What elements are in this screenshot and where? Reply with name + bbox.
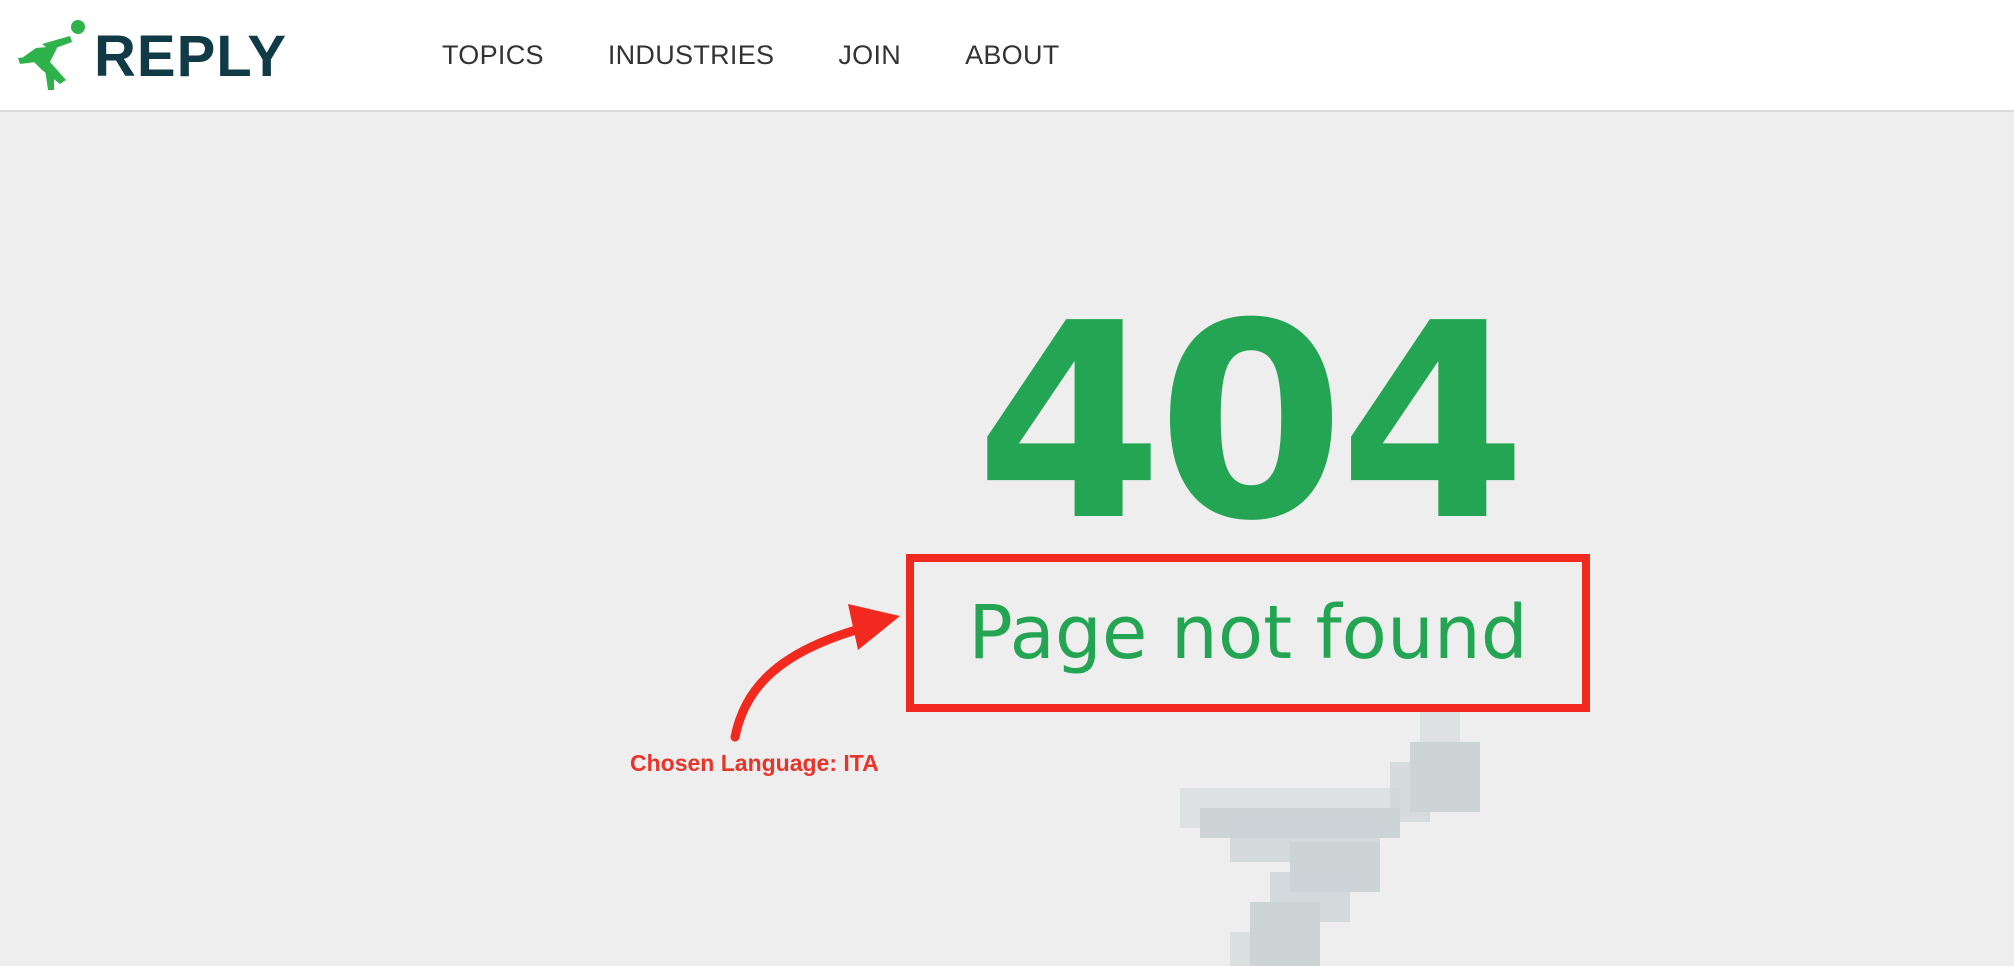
main-nav: TOPICS INDUSTRIES JOIN ABOUT [442, 0, 1124, 110]
runner-icon [18, 20, 85, 90]
curved-arrow-icon [730, 604, 900, 742]
reply-logo[interactable]: REPLY [14, 18, 288, 96]
site-header: REPLY TOPICS INDUSTRIES JOIN ABOUT [0, 0, 2014, 112]
nav-item-join[interactable]: JOIN [838, 40, 901, 71]
logo-wordmark: REPLY [94, 24, 288, 89]
nav-item-industries[interactable]: INDUSTRIES [608, 40, 775, 71]
pixelated-runner-icon [1180, 712, 1480, 966]
error-code: 404 [975, 265, 1527, 580]
error-message: Page not found [968, 590, 1528, 676]
annotation-label: Chosen Language: ITA [630, 750, 879, 776]
nav-item-topics[interactable]: TOPICS [442, 40, 544, 71]
nav-item-about[interactable]: ABOUT [965, 40, 1060, 71]
highlight-box: Page not found [906, 554, 1590, 712]
